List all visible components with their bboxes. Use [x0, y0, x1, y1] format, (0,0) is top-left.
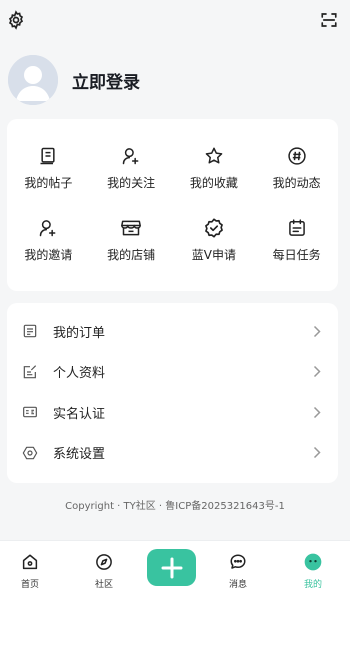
list-item-label: 我的订单 — [53, 325, 106, 341]
grid-item-label: 我的动态 — [272, 176, 321, 190]
profile-header[interactable]: 立即登录 — [8, 55, 140, 105]
grid-item-label: 我的收藏 — [189, 176, 238, 190]
bottom-blank-area — [0, 600, 350, 650]
grid-item-blue-v-apply[interactable]: 蓝V申请 — [173, 217, 256, 269]
bottom-tab-bar: 首页 社区 消息 我的 — [0, 540, 350, 600]
tab-label: 社区 — [94, 580, 113, 590]
list-item-label: 实名认证 — [53, 406, 106, 422]
star-icon — [205, 147, 223, 164]
tab-mine[interactable]: 我的 — [288, 552, 338, 590]
invite-icon — [40, 220, 56, 237]
chevron-right-icon — [313, 366, 321, 378]
mine-icon — [304, 553, 322, 571]
add-post-button[interactable] — [147, 549, 196, 586]
shortcut-grid-card: 我的帖子 我的关注 我的收藏 我的动态 我的邀请 我的店铺 蓝V申请 每日任务 — [7, 119, 338, 291]
tab-home[interactable]: 首页 — [5, 552, 55, 590]
hashtag-icon — [287, 147, 306, 165]
scan-icon — [321, 13, 337, 27]
grid-item-label: 每日任务 — [272, 248, 321, 262]
grid-item-my-activity[interactable]: 我的动态 — [255, 145, 338, 197]
grid-item-my-invites[interactable]: 我的邀请 — [7, 217, 90, 269]
tab-label: 消息 — [228, 580, 247, 590]
id-card-icon — [23, 406, 37, 418]
chevron-right-icon — [313, 447, 321, 459]
compass-icon — [96, 554, 112, 570]
gear-icon — [8, 10, 24, 30]
status-bar — [0, 0, 350, 6]
edit-profile-icon — [23, 364, 37, 379]
store-icon — [121, 220, 142, 236]
settings-button[interactable] — [5, 9, 27, 31]
scan-button[interactable] — [318, 9, 340, 31]
grid-item-label: 我的邀请 — [24, 248, 73, 262]
tab-messages[interactable]: 消息 — [213, 552, 263, 590]
calendar-icon — [288, 219, 305, 236]
avatar[interactable] — [8, 55, 58, 105]
tab-label: 我的 — [303, 580, 322, 590]
follow-icon — [122, 148, 139, 165]
home-icon — [22, 554, 38, 570]
list-item-label: 系统设置 — [53, 447, 106, 463]
order-icon — [23, 324, 37, 338]
default-avatar-icon — [8, 55, 58, 105]
grid-item-my-favorites[interactable]: 我的收藏 — [173, 145, 256, 197]
grid-item-label: 我的帖子 — [24, 176, 73, 190]
settings-hex-icon — [22, 446, 38, 460]
chevron-right-icon — [313, 406, 321, 418]
grid-item-label: 蓝V申请 — [191, 248, 236, 262]
tab-community[interactable]: 社区 — [79, 552, 129, 590]
list-item-system-settings[interactable]: 系统设置 — [7, 433, 338, 474]
grid-item-label: 我的关注 — [107, 176, 156, 190]
list-item-my-orders[interactable]: 我的订单 — [7, 311, 338, 352]
shortcut-grid: 我的帖子 我的关注 我的收藏 我的动态 我的邀请 我的店铺 蓝V申请 每日任务 — [7, 145, 338, 269]
list-item-label: 个人资料 — [53, 366, 106, 382]
grid-item-my-follows[interactable]: 我的关注 — [90, 145, 173, 197]
list-item-profile[interactable]: 个人资料 — [7, 352, 338, 393]
settings-list-card: 我的订单 个人资料 实名认证 系统设置 — [7, 303, 338, 483]
post-icon — [40, 147, 55, 165]
list-item-real-name-verification[interactable]: 实名认证 — [7, 392, 338, 433]
grid-item-my-store[interactable]: 我的店铺 — [90, 217, 173, 269]
grid-item-daily-tasks[interactable]: 每日任务 — [255, 217, 338, 269]
tab-label: 首页 — [20, 580, 39, 590]
chevron-right-icon — [313, 325, 321, 337]
verified-badge-icon — [204, 218, 223, 238]
top-bar — [0, 8, 350, 34]
grid-item-label: 我的店铺 — [107, 248, 156, 262]
copyright-text: Copyright · TY社区 · 鲁ICP备2025321643号-1 — [65, 501, 285, 512]
message-icon — [230, 554, 246, 569]
plus-icon — [161, 557, 182, 578]
login-link[interactable]: 立即登录 — [72, 68, 140, 93]
grid-item-my-posts[interactable]: 我的帖子 — [7, 145, 90, 197]
